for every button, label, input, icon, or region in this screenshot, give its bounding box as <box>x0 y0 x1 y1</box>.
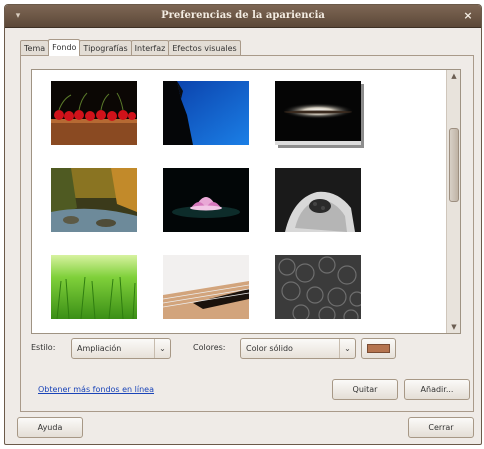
wallpaper-sombrero-galaxy[interactable] <box>275 81 361 145</box>
wallpaper-hands-with-seeds[interactable] <box>275 168 361 232</box>
remove-button[interactable]: Quitar <box>332 379 398 400</box>
window-title: Preferencias de la apariencia <box>161 10 325 21</box>
wallpaper-forest-stream[interactable] <box>51 168 137 232</box>
chevron-down-icon: ⌄ <box>339 339 355 358</box>
style-label: Estilo: <box>31 343 56 352</box>
wallpaper-gallery[interactable]: ▲ ▼ <box>31 69 461 334</box>
tab-interfaz[interactable]: Interfaz <box>130 40 170 56</box>
chevron-down-icon: ⌄ <box>154 339 170 358</box>
appearance-preferences-window: ▾ Preferencias de la apariencia × Tema F… <box>4 4 482 445</box>
color-picker-button[interactable] <box>361 338 396 359</box>
color-swatch <box>367 344 390 353</box>
scroll-up-icon[interactable]: ▲ <box>447 70 460 82</box>
style-value: Ampliación <box>77 344 122 353</box>
wallpaper-gray-texture[interactable] <box>275 255 361 319</box>
style-combo[interactable]: Ampliación ⌄ <box>71 338 171 359</box>
wallpaper-lotus-flower[interactable] <box>163 168 249 232</box>
close-button[interactable]: Cerrar <box>408 417 474 438</box>
tab-tipografias[interactable]: Tipografías <box>79 40 132 56</box>
scrollbar-thumb[interactable] <box>449 128 459 202</box>
colors-combo[interactable]: Color sólido ⌄ <box>240 338 356 359</box>
tab-fondo[interactable]: Fondo <box>48 39 81 56</box>
tab-efectos-visuales[interactable]: Efectos visuales <box>168 40 241 56</box>
colors-label: Colores: <box>193 343 226 352</box>
title-bar[interactable]: ▾ Preferencias de la apariencia × <box>5 5 481 28</box>
gallery-scrollbar[interactable]: ▲ ▼ <box>446 70 460 333</box>
colors-value: Color sólido <box>246 344 293 353</box>
get-more-backgrounds-link[interactable]: Obtener más fondos en línea <box>38 385 154 394</box>
tab-bar: Tema Fondo Tipografías Interfaz Efectos … <box>20 39 241 56</box>
wallpaper-guitar-strings[interactable] <box>163 255 249 319</box>
add-button[interactable]: Añadir... <box>404 379 470 400</box>
wallpaper-blue-sky-silhouette[interactable] <box>163 81 249 145</box>
close-window-icon[interactable]: × <box>462 10 474 22</box>
background-tab-panel: ▲ ▼ Estilo: Ampliación ⌄ Colores: Color … <box>20 55 474 412</box>
wallpaper-sombrero-galaxy-frame[interactable] <box>275 81 364 148</box>
tab-tema[interactable]: Tema <box>20 40 50 56</box>
wallpaper-cherries[interactable] <box>51 81 137 145</box>
help-button[interactable]: Ayuda <box>17 417 83 438</box>
wallpaper-green-grass[interactable] <box>51 255 137 319</box>
scroll-down-icon[interactable]: ▼ <box>447 321 460 333</box>
